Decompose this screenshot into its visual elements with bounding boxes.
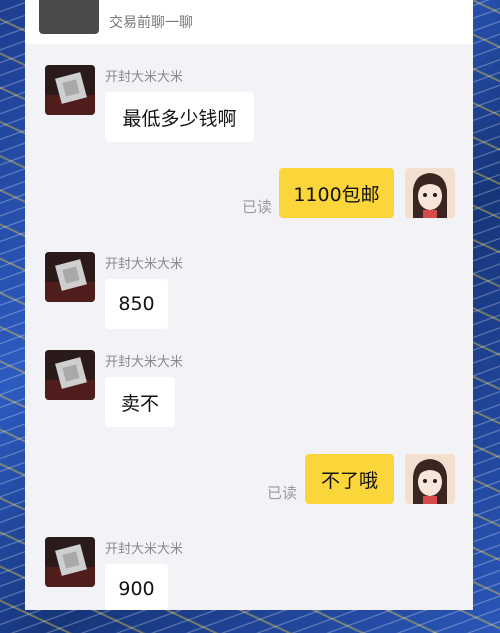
- message-bubble-incoming[interactable]: 900: [105, 564, 168, 610]
- message-text: 最低多少钱啊: [122, 107, 237, 130]
- message-text: 卖不: [120, 392, 159, 415]
- sender-name: 开封大米大米: [105, 355, 184, 370]
- item-thumbnail[interactable]: [39, 0, 99, 34]
- message-bubble-outgoing[interactable]: 1100包邮: [279, 168, 394, 218]
- seller-avatar-image: [45, 65, 95, 115]
- seller-avatar[interactable]: [45, 65, 95, 115]
- preview-text: 交易前聊一聊: [109, 15, 193, 31]
- read-status: 已读: [267, 484, 298, 502]
- message-text: 900: [118, 578, 155, 600]
- my-avatar-image: [405, 168, 455, 218]
- sender-name: 开封大米大米: [105, 257, 184, 272]
- read-status: 已读: [242, 198, 273, 216]
- sender-name: 开封大米大米: [105, 70, 184, 85]
- seller-avatar[interactable]: [45, 350, 95, 400]
- my-avatar[interactable]: [405, 454, 455, 504]
- message-bubble-incoming[interactable]: 850: [105, 279, 168, 329]
- chat-panel: 交易前聊一聊 开封大米大米 最低多少钱啊 已读 1100包邮 开封大米大米 85…: [25, 0, 473, 610]
- message-bubble-incoming[interactable]: 最低多少钱啊: [105, 92, 254, 142]
- message-bubble-outgoing[interactable]: 不了哦: [305, 454, 394, 504]
- message-bubble-incoming[interactable]: 卖不: [105, 377, 175, 427]
- seller-avatar[interactable]: [45, 252, 95, 302]
- my-avatar[interactable]: [405, 168, 455, 218]
- seller-avatar-image: [45, 350, 95, 400]
- seller-avatar[interactable]: [45, 537, 95, 587]
- my-avatar-image: [405, 454, 455, 504]
- message-text: 850: [118, 293, 155, 315]
- seller-avatar-image: [45, 537, 95, 587]
- seller-avatar-image: [45, 252, 95, 302]
- message-text: 不了哦: [320, 469, 378, 492]
- sender-name: 开封大米大米: [105, 542, 184, 557]
- item-preview-bar[interactable]: 交易前聊一聊: [25, 0, 473, 44]
- message-text: 1100包邮: [293, 183, 380, 206]
